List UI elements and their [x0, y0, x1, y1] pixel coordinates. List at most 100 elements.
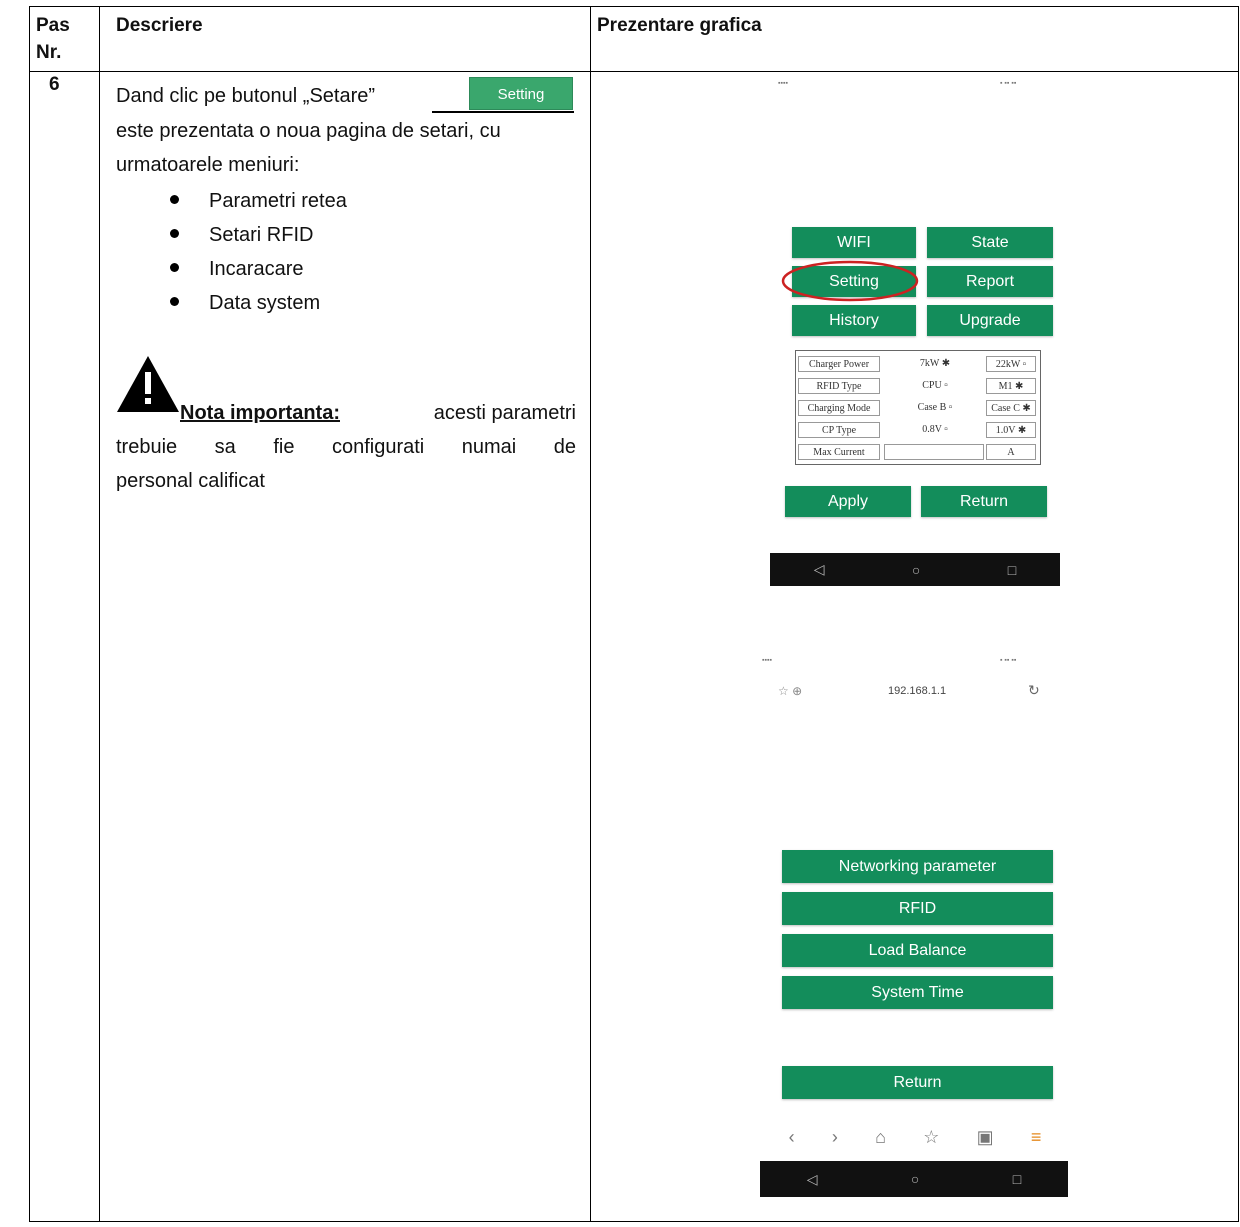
config-label: Max Current	[798, 444, 880, 460]
note-word: de	[553, 436, 576, 458]
config-option[interactable]: CPU ▫	[890, 378, 980, 394]
max-current-input[interactable]	[884, 444, 984, 460]
bullet-dot	[170, 229, 179, 239]
config-label: Charging Mode	[798, 400, 880, 416]
setting-menu-screenshot	[760, 655, 1066, 1200]
config-option[interactable]: 0.8V ▫	[890, 422, 980, 438]
state-button[interactable]: State	[927, 227, 1053, 258]
note-text: acesti parametri	[433, 402, 576, 424]
status-carrier: ▪▪▪▪	[762, 657, 772, 664]
max-current-unit: A	[986, 444, 1036, 460]
bookmark-icon[interactable]: ☆ ⊕	[778, 684, 802, 698]
config-option[interactable]: M1 ✱	[986, 378, 1036, 394]
config-row: CP Type 0.8V ▫ 1.0V ✱	[796, 419, 1040, 441]
config-option[interactable]: Case C ✱	[986, 400, 1036, 416]
option-label: 22kW	[995, 359, 1021, 370]
home-icon[interactable]: ⌂	[875, 1127, 886, 1148]
menu-item: Parametri retea	[170, 190, 347, 213]
note-word: sa	[214, 436, 236, 458]
warning-icon	[117, 356, 179, 412]
menu-item: Setari RFID	[170, 224, 313, 247]
note-word: fie	[273, 436, 295, 458]
config-row: RFID Type CPU ▫ M1 ✱	[796, 375, 1040, 397]
option-label: 1.0V	[995, 425, 1016, 436]
option-label: M1	[998, 381, 1013, 392]
config-option[interactable]: 7kW ✱	[890, 356, 980, 372]
back-icon[interactable]: ‹	[789, 1127, 795, 1148]
config-row: Charger Power 7kW ✱ 22kW ▫	[796, 353, 1040, 375]
home-icon[interactable]: ○	[912, 562, 920, 578]
option-label: 0.8V	[922, 424, 942, 435]
col-divider-2	[590, 6, 591, 1222]
apply-button[interactable]: Apply	[785, 486, 911, 517]
star-icon[interactable]: ☆	[923, 1127, 939, 1148]
system-time-button[interactable]: System Time	[782, 976, 1053, 1009]
note-line-1: Nota importanta: acesti parametri	[180, 402, 576, 425]
status-carrier: ▪▪▪▪	[778, 80, 788, 87]
status-icons: ▪ ▪▪ ▪▪	[1000, 657, 1017, 664]
bullet-dot	[170, 263, 179, 273]
table-border-bottom	[29, 1221, 1239, 1222]
header-description: Descriere	[116, 15, 203, 36]
config-option[interactable]: 22kW ▫	[986, 356, 1036, 372]
note-line-2: trebuie sa fie configurati numai de	[116, 436, 576, 459]
option-label: CPU	[922, 380, 942, 391]
step-number: 6	[49, 74, 60, 95]
header-graphic: Prezentare grafica	[597, 15, 762, 36]
return-button[interactable]: Return	[782, 1066, 1053, 1099]
note-word: configurati	[331, 436, 425, 458]
option-label: 7kW	[919, 358, 940, 369]
config-label: Charger Power	[798, 356, 880, 372]
config-option[interactable]: Case B ▫	[890, 400, 980, 416]
note-word: trebuie	[116, 436, 178, 458]
status-icons: ▪ ▪▪ ▪▪	[1000, 80, 1017, 87]
header-divider	[29, 71, 1239, 72]
header-step-number: Pas Nr.	[36, 12, 70, 66]
bullet-dot	[170, 195, 179, 205]
load-balance-button[interactable]: Load Balance	[782, 934, 1053, 967]
highlight-circle	[781, 260, 919, 302]
reload-icon[interactable]: ↻	[1028, 682, 1040, 699]
header-step-line2: Nr.	[36, 42, 62, 63]
networking-parameter-button[interactable]: Networking parameter	[782, 850, 1053, 883]
return-button[interactable]: Return	[921, 486, 1047, 517]
note-line-3: personal calificat	[116, 470, 265, 492]
inline-button-underline	[432, 111, 574, 113]
config-label: CP Type	[798, 422, 880, 438]
config-label: RFID Type	[798, 378, 880, 394]
back-icon[interactable]: ◁	[814, 561, 825, 578]
report-button[interactable]: Report	[927, 266, 1053, 297]
intro-line-2: este prezentata o noua pagina de setari,…	[116, 120, 501, 142]
table-border-right	[1238, 6, 1239, 1222]
setting-inline-button-image: Setting	[469, 77, 573, 110]
menu-item-label: Setari RFID	[209, 224, 314, 246]
menu-icon[interactable]: ≡	[1031, 1127, 1042, 1148]
rfid-button[interactable]: RFID	[782, 892, 1053, 925]
intro-line-3: urmatoarele meniuri:	[116, 154, 300, 176]
home-icon[interactable]: ○	[911, 1171, 919, 1187]
android-navbar: ◁ ○ □	[770, 553, 1060, 586]
menu-item-label: Data system	[209, 292, 321, 314]
recents-icon[interactable]: □	[1008, 562, 1016, 578]
tabs-icon[interactable]: ▣	[977, 1127, 994, 1148]
browser-toolbar: ‹ › ⌂ ☆ ▣ ≡	[770, 1127, 1060, 1148]
note-word: numai	[461, 436, 517, 458]
menu-item-label: Parametri retea	[209, 190, 347, 212]
config-row: Charging Mode Case B ▫ Case C ✱	[796, 397, 1040, 419]
option-label: Case B	[917, 402, 947, 413]
back-icon[interactable]: ◁	[807, 1171, 818, 1188]
recents-icon[interactable]: □	[1013, 1171, 1021, 1187]
menu-item-label: Incaracare	[209, 258, 304, 280]
wifi-button[interactable]: WIFI	[792, 227, 916, 258]
note-title: Nota importanta:	[180, 402, 340, 424]
config-row: Max Current A	[796, 441, 1040, 463]
history-button[interactable]: History	[792, 305, 916, 336]
config-option[interactable]: 1.0V ✱	[986, 422, 1036, 438]
android-navbar: ◁ ○ □	[760, 1161, 1068, 1197]
table-border-left	[29, 6, 30, 1222]
forward-icon[interactable]: ›	[832, 1127, 838, 1148]
header-step-line1: Pas	[36, 15, 70, 36]
upgrade-button[interactable]: Upgrade	[927, 305, 1053, 336]
url-bar[interactable]: 192.168.1.1	[888, 685, 946, 697]
menu-item: Data system	[170, 292, 320, 315]
